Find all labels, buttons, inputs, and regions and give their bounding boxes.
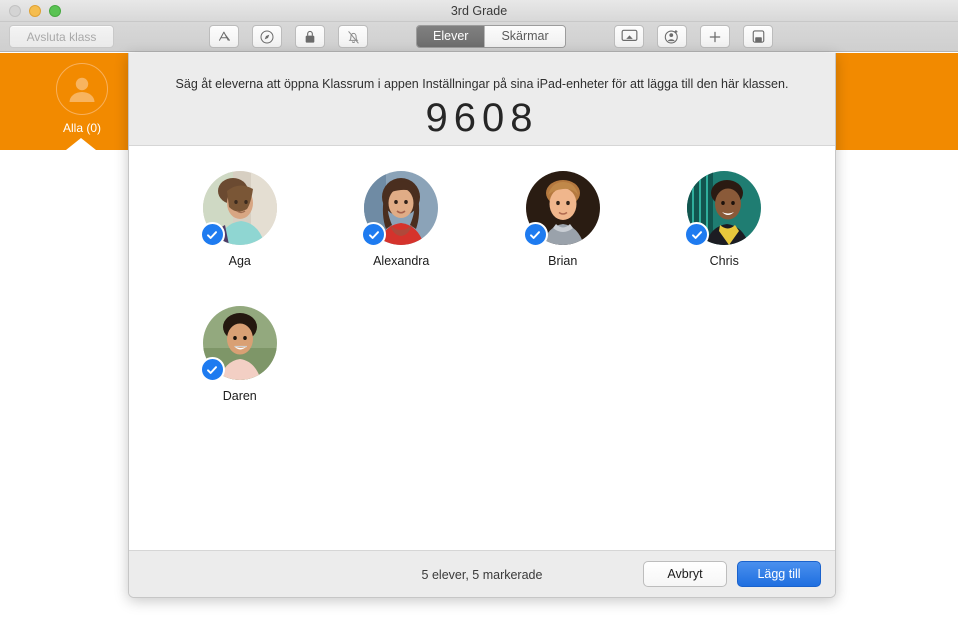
airplay-screen-icon: [621, 29, 638, 44]
cancel-button[interactable]: Avbryt: [643, 561, 727, 587]
avatar-wrap: [199, 171, 277, 247]
student-tile-chris[interactable]: Chris: [644, 171, 806, 268]
lock-icon: [303, 29, 317, 45]
selected-check-icon: [522, 222, 548, 247]
class-code: 9608: [425, 96, 539, 140]
selected-check-icon: [199, 357, 225, 382]
toolbar: Avsluta klass Elever Skärmar: [0, 22, 958, 52]
person-circle-icon: [56, 63, 108, 115]
student-list-area: Aga Alexandra Brian Chris Daren: [129, 146, 835, 550]
device-button[interactable]: [743, 25, 773, 48]
avatar-wrap: [361, 171, 439, 247]
classroom-window: 3rd Grade Avsluta klass Elever Skärmar A…: [0, 0, 958, 617]
student-grid: Aga Alexandra Brian Chris Daren: [159, 171, 805, 403]
sheet-instruction-text: Säg åt eleverna att öppna Klassrum i app…: [175, 77, 789, 91]
avatar-wrap: [522, 171, 600, 247]
sheet-header: Säg åt eleverna att öppna Klassrum i app…: [129, 53, 835, 146]
footer-button-group: Avbryt Lägg till: [643, 561, 821, 587]
end-class-label: Avsluta klass: [26, 29, 97, 44]
plus-icon: [708, 30, 722, 44]
selected-check-icon: [361, 222, 387, 247]
lock-button[interactable]: [295, 25, 325, 48]
group-tile-alla[interactable]: Alla (0): [52, 63, 112, 135]
app-store-icon: [217, 29, 232, 44]
student-name: Chris: [709, 254, 739, 268]
app-store-button[interactable]: [209, 25, 239, 48]
bell-slash-icon: [346, 29, 361, 45]
window-titlebar: 3rd Grade: [0, 0, 958, 22]
student-tile-daren[interactable]: Daren: [159, 306, 321, 403]
person-add-icon: [664, 29, 680, 45]
sheet-footer: 5 elever, 5 markerade Avbryt Lägg till: [129, 550, 835, 597]
end-class-button[interactable]: Avsluta klass: [9, 25, 114, 48]
window-title: 3rd Grade: [450, 4, 508, 18]
airplay-button[interactable]: [614, 25, 644, 48]
avatar-wrap: [199, 306, 277, 382]
selection-pointer: [66, 138, 96, 150]
add-student-button[interactable]: [657, 25, 687, 48]
add-button[interactable]: [700, 25, 730, 48]
student-tile-aga[interactable]: Aga: [159, 171, 321, 268]
student-tile-brian[interactable]: Brian: [482, 171, 644, 268]
selected-check-icon: [199, 222, 225, 247]
student-name: Daren: [222, 389, 257, 403]
mute-button[interactable]: [338, 25, 368, 48]
student-name: Aga: [228, 254, 251, 268]
device-icon: [751, 29, 766, 44]
student-name: Brian: [548, 254, 578, 268]
student-name: Alexandra: [373, 254, 430, 268]
group-label-alla: Alla (0): [62, 121, 101, 135]
avatar-wrap: [684, 171, 762, 247]
add-students-sheet: Säg åt eleverna att öppna Klassrum i app…: [128, 53, 836, 598]
add-confirm-button[interactable]: Lägg till: [737, 561, 821, 587]
navigate-button[interactable]: [252, 25, 282, 48]
student-tile-alexandra[interactable]: Alexandra: [321, 171, 483, 268]
safari-compass-icon: [259, 29, 275, 45]
tab-skarmar[interactable]: Skärmar: [484, 26, 565, 47]
view-segmented-control[interactable]: Elever Skärmar: [416, 25, 566, 48]
selected-check-icon: [684, 222, 710, 247]
tab-elever[interactable]: Elever: [417, 26, 485, 47]
